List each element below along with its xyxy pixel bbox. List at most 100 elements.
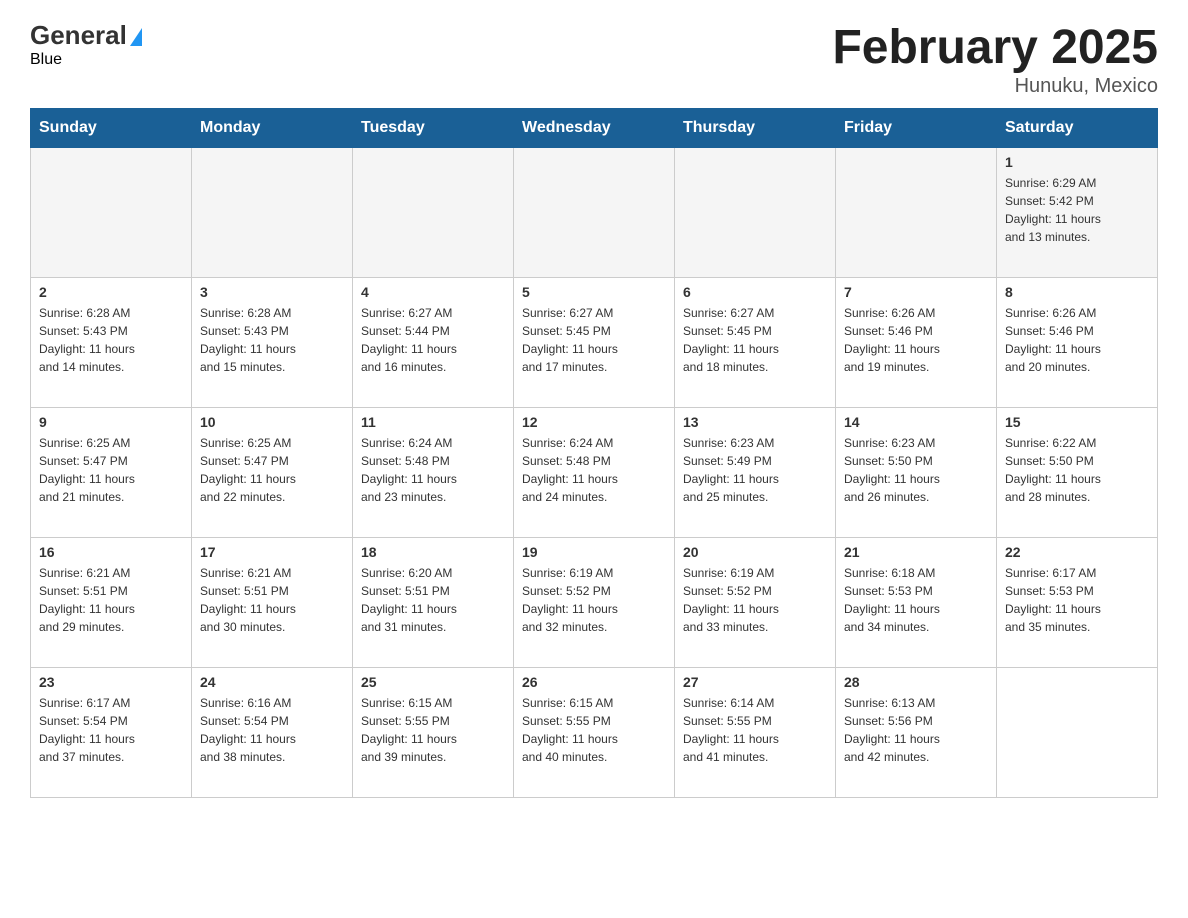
calendar-cell: 21 Sunrise: 6:18 AM Sunset: 5:53 PM Dayli… (836, 538, 997, 668)
day-number: 26 (522, 674, 666, 690)
day-number: 4 (361, 284, 505, 300)
day-info: Sunrise: 6:21 AM Sunset: 5:51 PM Dayligh… (200, 564, 344, 636)
calendar-header-row: Sunday Monday Tuesday Wednesday Thursday… (31, 109, 1158, 148)
day-number: 27 (683, 674, 827, 690)
title-block: February 2025 Hunuku, Mexico (832, 20, 1158, 98)
day-number: 12 (522, 414, 666, 430)
day-number: 3 (200, 284, 344, 300)
calendar-cell: 1 Sunrise: 6:29 AM Sunset: 5:42 PM Daylig… (997, 148, 1158, 278)
calendar-cell: 16 Sunrise: 6:21 AM Sunset: 5:51 PM Dayli… (31, 538, 192, 668)
day-info: Sunrise: 6:27 AM Sunset: 5:45 PM Dayligh… (522, 304, 666, 376)
calendar-cell: 17 Sunrise: 6:21 AM Sunset: 5:51 PM Dayli… (192, 538, 353, 668)
day-number: 21 (844, 544, 988, 560)
calendar-cell: 23 Sunrise: 6:17 AM Sunset: 5:54 PM Dayli… (31, 668, 192, 798)
page-header: General Blue February 2025 Hunuku, Mexic… (30, 20, 1158, 98)
day-info: Sunrise: 6:26 AM Sunset: 5:46 PM Dayligh… (1005, 304, 1149, 376)
day-info: Sunrise: 6:16 AM Sunset: 5:54 PM Dayligh… (200, 694, 344, 766)
day-info: Sunrise: 6:17 AM Sunset: 5:53 PM Dayligh… (1005, 564, 1149, 636)
header-wednesday: Wednesday (514, 109, 675, 148)
calendar-cell: 5Sunrise: 6:27 AM Sunset: 5:45 PM Daylig… (514, 278, 675, 408)
day-number: 7 (844, 284, 988, 300)
day-number: 14 (844, 414, 988, 430)
calendar-cell: 18Sunrise: 6:20 AM Sunset: 5:51 PM Dayli… (353, 538, 514, 668)
calendar-cell: 4 Sunrise: 6:27 AM Sunset: 5:44 PM Daylig… (353, 278, 514, 408)
day-info: Sunrise: 6:17 AM Sunset: 5:54 PM Dayligh… (39, 694, 183, 766)
day-info: Sunrise: 6:22 AM Sunset: 5:50 PM Dayligh… (1005, 434, 1149, 506)
logo: General Blue (30, 20, 142, 69)
day-info: Sunrise: 6:13 AM Sunset: 5:56 PM Dayligh… (844, 694, 988, 766)
day-number: 2 (39, 284, 183, 300)
calendar-cell: 27 Sunrise: 6:14 AM Sunset: 5:55 PM Dayli… (675, 668, 836, 798)
day-info: Sunrise: 6:21 AM Sunset: 5:51 PM Dayligh… (39, 564, 183, 636)
calendar-cell: 10 Sunrise: 6:25 AM Sunset: 5:47 PM Dayli… (192, 408, 353, 538)
calendar-cell: 26 Sunrise: 6:15 AM Sunset: 5:55 PM Dayli… (514, 668, 675, 798)
day-info: Sunrise: 6:25 AM Sunset: 5:47 PM Dayligh… (200, 434, 344, 506)
calendar-cell: 15 Sunrise: 6:22 AM Sunset: 5:50 PM Dayli… (997, 408, 1158, 538)
calendar-cell: 2 Sunrise: 6:28 AM Sunset: 5:43 PM Daylig… (31, 278, 192, 408)
day-info: Sunrise: 6:28 AM Sunset: 5:43 PM Dayligh… (200, 304, 344, 376)
day-number: 13 (683, 414, 827, 430)
day-number: 10 (200, 414, 344, 430)
day-number: 8 (1005, 284, 1149, 300)
calendar-week-row: 1 Sunrise: 6:29 AM Sunset: 5:42 PM Daylig… (31, 148, 1158, 278)
day-info: Sunrise: 6:28 AM Sunset: 5:43 PM Dayligh… (39, 304, 183, 376)
day-info: Sunrise: 6:14 AM Sunset: 5:55 PM Dayligh… (683, 694, 827, 766)
calendar-cell (675, 148, 836, 278)
calendar-cell (997, 668, 1158, 798)
logo-general: General (30, 20, 127, 51)
calendar-cell: 14 Sunrise: 6:23 AM Sunset: 5:50 PM Dayli… (836, 408, 997, 538)
day-number: 17 (200, 544, 344, 560)
day-info: Sunrise: 6:24 AM Sunset: 5:48 PM Dayligh… (361, 434, 505, 506)
calendar-table: Sunday Monday Tuesday Wednesday Thursday… (30, 108, 1158, 798)
day-info: Sunrise: 6:24 AM Sunset: 5:48 PM Dayligh… (522, 434, 666, 506)
calendar-cell: 9Sunrise: 6:25 AM Sunset: 5:47 PM Daylig… (31, 408, 192, 538)
day-number: 1 (1005, 154, 1149, 170)
day-number: 25 (361, 674, 505, 690)
header-saturday: Saturday (997, 109, 1158, 148)
day-info: Sunrise: 6:26 AM Sunset: 5:46 PM Dayligh… (844, 304, 988, 376)
calendar-cell: 3 Sunrise: 6:28 AM Sunset: 5:43 PM Daylig… (192, 278, 353, 408)
calendar-cell: 12 Sunrise: 6:24 AM Sunset: 5:48 PM Dayli… (514, 408, 675, 538)
calendar-cell: 11 Sunrise: 6:24 AM Sunset: 5:48 PM Dayli… (353, 408, 514, 538)
header-sunday: Sunday (31, 109, 192, 148)
calendar-week-row: 2 Sunrise: 6:28 AM Sunset: 5:43 PM Daylig… (31, 278, 1158, 408)
calendar-cell: 7 Sunrise: 6:26 AM Sunset: 5:46 PM Daylig… (836, 278, 997, 408)
day-number: 24 (200, 674, 344, 690)
calendar-title: February 2025 (832, 20, 1158, 75)
calendar-cell: 25 Sunrise: 6:15 AM Sunset: 5:55 PM Dayli… (353, 668, 514, 798)
day-info: Sunrise: 6:15 AM Sunset: 5:55 PM Dayligh… (522, 694, 666, 766)
day-info: Sunrise: 6:29 AM Sunset: 5:42 PM Dayligh… (1005, 174, 1149, 246)
calendar-cell (31, 148, 192, 278)
day-number: 15 (1005, 414, 1149, 430)
calendar-cell: 28 Sunrise: 6:13 AM Sunset: 5:56 PM Dayli… (836, 668, 997, 798)
logo-triangle-icon (130, 28, 142, 46)
calendar-cell: 19 Sunrise: 6:19 AM Sunset: 5:52 PM Dayli… (514, 538, 675, 668)
day-number: 28 (844, 674, 988, 690)
day-info: Sunrise: 6:15 AM Sunset: 5:55 PM Dayligh… (361, 694, 505, 766)
calendar-week-row: 9Sunrise: 6:25 AM Sunset: 5:47 PM Daylig… (31, 408, 1158, 538)
header-friday: Friday (836, 109, 997, 148)
day-number: 11 (361, 414, 505, 430)
day-info: Sunrise: 6:23 AM Sunset: 5:50 PM Dayligh… (844, 434, 988, 506)
calendar-cell: 20Sunrise: 6:19 AM Sunset: 5:52 PM Dayli… (675, 538, 836, 668)
calendar-cell: 8 Sunrise: 6:26 AM Sunset: 5:46 PM Daylig… (997, 278, 1158, 408)
calendar-week-row: 23 Sunrise: 6:17 AM Sunset: 5:54 PM Dayli… (31, 668, 1158, 798)
header-thursday: Thursday (675, 109, 836, 148)
day-info: Sunrise: 6:18 AM Sunset: 5:53 PM Dayligh… (844, 564, 988, 636)
day-info: Sunrise: 6:19 AM Sunset: 5:52 PM Dayligh… (522, 564, 666, 636)
day-number: 16 (39, 544, 183, 560)
calendar-cell (836, 148, 997, 278)
day-number: 6 (683, 284, 827, 300)
day-info: Sunrise: 6:19 AM Sunset: 5:52 PM Dayligh… (683, 564, 827, 636)
day-number: 18 (361, 544, 505, 560)
calendar-subtitle: Hunuku, Mexico (832, 75, 1158, 98)
day-number: 19 (522, 544, 666, 560)
calendar-week-row: 16 Sunrise: 6:21 AM Sunset: 5:51 PM Dayli… (31, 538, 1158, 668)
day-info: Sunrise: 6:27 AM Sunset: 5:44 PM Dayligh… (361, 304, 505, 376)
day-number: 23 (39, 674, 183, 690)
calendar-cell (514, 148, 675, 278)
calendar-cell: 24 Sunrise: 6:16 AM Sunset: 5:54 PM Dayli… (192, 668, 353, 798)
calendar-cell (192, 148, 353, 278)
day-info: Sunrise: 6:23 AM Sunset: 5:49 PM Dayligh… (683, 434, 827, 506)
header-tuesday: Tuesday (353, 109, 514, 148)
